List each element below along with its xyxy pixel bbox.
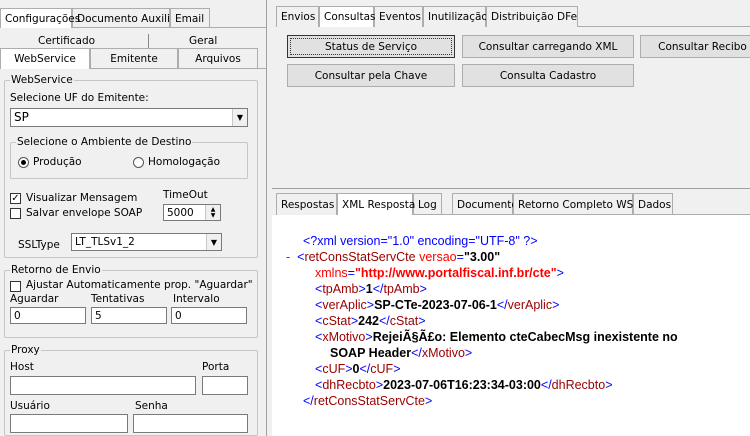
webservice-group-title: WebService xyxy=(10,74,74,86)
tab-dados[interactable]: Dados xyxy=(633,193,673,215)
timeout-input[interactable]: 5000 ▲ ▼ xyxy=(163,204,221,221)
ssltype-select[interactable]: LT_TLSv1_2 ▼ xyxy=(71,233,222,251)
proxy-group-title: Proxy xyxy=(10,344,41,356)
config-tab-strip-row2: WebService Emitente Arquivos xyxy=(0,48,266,69)
xml-xmotivo: <xMotivo>RejeiÃ§Ã£o: Elemento cteCabecMs… xyxy=(315,330,678,344)
producao-label[interactable]: Produção xyxy=(33,156,82,168)
tab-retorno-completo[interactable]: Retorno Completo WS xyxy=(513,193,633,215)
xml-declaration: <?xml version="1.0" encoding="UTF-8" ?> xyxy=(303,234,538,248)
tab-arquivos[interactable]: Arquivos xyxy=(178,48,258,69)
visualizar-checkbox[interactable]: ✓ xyxy=(10,193,21,204)
uf-select[interactable]: SP ▼ xyxy=(10,108,248,127)
chevron-down-icon[interactable]: ▼ xyxy=(232,109,247,126)
splitter[interactable] xyxy=(266,0,267,436)
tab-email[interactable]: Email xyxy=(170,8,210,28)
horizontal-splitter[interactable] xyxy=(272,188,750,189)
tab-xml-resposta[interactable]: XML Resposta xyxy=(337,193,415,215)
tab-geral[interactable]: Geral xyxy=(189,35,217,47)
producao-radio[interactable] xyxy=(18,157,29,168)
left-tab-strip: Configurações Documento Auxiliar Email xyxy=(0,8,266,28)
tentativas-label: Tentativas xyxy=(91,293,145,305)
uf-label: Selecione UF do Emitente: xyxy=(10,92,149,104)
collapse-icon[interactable]: - xyxy=(286,250,290,264)
ssltype-value: LT_TLSv1_2 xyxy=(75,236,135,248)
host-label: Host xyxy=(10,361,34,373)
timeout-label: TimeOut xyxy=(163,189,208,201)
host-input[interactable] xyxy=(10,376,196,395)
tab-log[interactable]: Log xyxy=(413,193,442,215)
tab-configuracoes[interactable]: Configurações xyxy=(0,8,80,28)
xml-xmotivo-cont: SOAP Header</xMotivo> xyxy=(330,346,473,360)
retorno-group-title: Retorno de Envio xyxy=(10,264,102,276)
ajustar-label[interactable]: Ajustar Automaticamente prop. "Aguardar" xyxy=(26,279,253,291)
tab-webservice[interactable]: WebService xyxy=(0,48,90,69)
xml-root-xmlns: xmlns="http://www.portalfiscal.inf.br/ct… xyxy=(315,266,564,280)
tab-envios[interactable]: Envios xyxy=(276,6,319,27)
ajustar-checkbox[interactable] xyxy=(10,281,21,292)
spinner-icon[interactable]: ▲ ▼ xyxy=(205,205,220,220)
tab-respostas[interactable]: Respostas xyxy=(276,193,337,215)
aguardar-input[interactable]: 0 xyxy=(10,307,86,324)
senha-input[interactable] xyxy=(133,414,248,433)
tab-inutilizacao[interactable]: Inutilização xyxy=(423,6,488,27)
xml-cstat: <cStat>242</cStat> xyxy=(315,314,426,328)
xml-dhrecbto: <dhRecbto>2023-07-06T16:23:34-03:00</dhR… xyxy=(315,378,613,392)
timeout-value: 5000 xyxy=(167,207,194,219)
usuario-label: Usuário xyxy=(10,400,50,412)
right-tab-strip: Envios Consultas Eventos Inutilização Di… xyxy=(276,6,750,27)
porta-input[interactable] xyxy=(202,376,248,395)
tab-documento[interactable]: Documento xyxy=(452,193,518,215)
xml-response-view[interactable]: <?xml version="1.0" encoding="UTF-8" ?> … xyxy=(272,215,750,436)
porta-label: Porta xyxy=(202,361,230,373)
tab-distribuicao-dfe[interactable]: Distribuição DFe xyxy=(486,6,578,27)
homologacao-label[interactable]: Homologação xyxy=(148,156,220,168)
ambiente-group-title: Selecione o Ambiente de Destino xyxy=(16,136,193,148)
consultar-chave-button[interactable]: Consultar pela Chave xyxy=(287,64,455,87)
tab-documento-auxiliar[interactable]: Documento Auxiliar xyxy=(72,8,181,28)
usuario-input[interactable] xyxy=(10,414,128,433)
tab-emitente[interactable]: Emitente xyxy=(90,48,178,69)
uf-select-value: SP xyxy=(14,110,29,124)
consultar-recibo-button[interactable]: Consultar Recibo xyxy=(640,35,750,58)
tab-eventos[interactable]: Eventos xyxy=(374,6,423,27)
tab-certificado[interactable]: Certificado xyxy=(38,35,95,47)
xml-veraplic: <verAplic>SP-CTe-2023-07-06-1</verAplic> xyxy=(315,298,560,312)
tentativas-input[interactable]: 5 xyxy=(91,307,167,324)
visualizar-label[interactable]: Visualizar Mensagem xyxy=(26,192,137,204)
intervalo-input[interactable]: 0 xyxy=(171,307,247,324)
consulta-cadastro-button[interactable]: Consulta Cadastro xyxy=(462,64,634,87)
xml-root-open: - <retConsStatServCte versao="3.00" xyxy=(286,250,501,264)
status-servico-button[interactable]: Status de Serviço xyxy=(287,35,455,58)
consultar-xml-button[interactable]: Consultar carregando XML xyxy=(462,35,634,58)
response-tab-strip: Respostas XML Resposta Log Documento Ret… xyxy=(276,193,750,215)
aguardar-label: Aguardar xyxy=(10,293,59,305)
intervalo-label: Intervalo xyxy=(173,293,220,305)
salvar-checkbox[interactable] xyxy=(10,208,21,219)
senha-label: Senha xyxy=(135,400,168,412)
chevron-down-icon[interactable]: ▼ xyxy=(206,234,221,250)
salvar-label[interactable]: Salvar envelope SOAP xyxy=(26,207,142,219)
xml-tpamb: <tpAmb>1</tpAmb> xyxy=(315,282,427,296)
homologacao-radio[interactable] xyxy=(133,157,144,168)
config-tab-strip-row1: Certificado Geral xyxy=(0,34,266,48)
ssltype-label: SSLType xyxy=(18,239,60,251)
xml-cuf: <cUF>0</cUF> xyxy=(315,362,401,376)
tab-consultas[interactable]: Consultas xyxy=(319,6,375,27)
xml-root-close: </retConsStatServCte> xyxy=(303,394,433,408)
